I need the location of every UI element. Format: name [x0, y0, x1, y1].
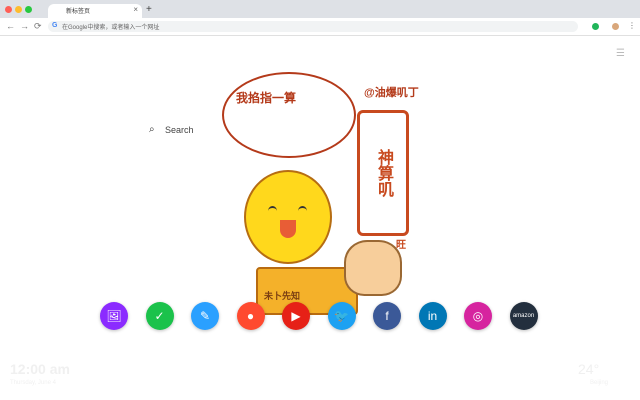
podium-text: 未卜先知: [264, 291, 301, 301]
close-window-control[interactable]: [5, 6, 12, 13]
yellow-chick-illustration: [244, 170, 332, 264]
quick-link-facebook[interactable]: f: [373, 302, 401, 330]
clock-date: Thursday, June 4: [10, 380, 56, 386]
quick-link-paint[interactable]: ●: [236, 302, 265, 330]
google-icon: G: [52, 22, 58, 29]
fortune-sign: 神算叽: [357, 110, 409, 236]
new-tab-button[interactable]: +: [146, 4, 152, 15]
clock-time: 12:00 am: [10, 361, 70, 377]
quick-link-twitter[interactable]: 🐦: [327, 302, 356, 330]
reload-icon[interactable]: ⟳: [34, 21, 42, 32]
weather-location: Beijing: [590, 380, 609, 386]
artist-watermark: @油爆叽丁: [364, 87, 419, 99]
close-tab-icon[interactable]: ×: [133, 5, 138, 14]
quick-link-amazon[interactable]: amazon: [509, 302, 538, 330]
search-input[interactable]: ⌕ Search: [146, 123, 326, 139]
dog-tag-text: 旺: [396, 240, 406, 251]
forward-icon[interactable]: →: [20, 21, 29, 31]
browser-tab-strip: 新标签页 × +: [0, 0, 640, 18]
speech-text: 我掐指一算: [236, 91, 297, 105]
address-placeholder: 在Google中搜索，或者输入一个网址: [62, 25, 160, 31]
quick-link-instagram[interactable]: ◎: [464, 302, 492, 330]
quick-link-notes[interactable]: ✎: [191, 302, 219, 330]
minimize-window-control[interactable]: [15, 6, 22, 13]
chick-left-eye: [268, 206, 277, 216]
speech-bubble: 我掐指一算: [222, 72, 356, 158]
weather-temperature: 24°: [578, 361, 600, 377]
extension-icon[interactable]: [592, 23, 599, 30]
quick-link-tasks[interactable]: ✓: [145, 302, 174, 330]
chick-mouth: [280, 220, 296, 238]
profile-avatar[interactable]: [612, 23, 619, 30]
address-bar[interactable]: G 在Google中搜索，或者输入一个网址: [48, 21, 578, 32]
page-menu-icon[interactable]: ☰: [616, 48, 625, 59]
quick-link-image[interactable]: 🖼: [100, 302, 128, 330]
browser-toolbar: ← → ⟳ G 在Google中搜索，或者输入一个网址 ⋮: [0, 18, 640, 36]
tab-title: 新标签页: [66, 9, 91, 15]
back-icon[interactable]: ←: [6, 21, 15, 31]
quick-link-linkedin[interactable]: in: [418, 302, 447, 330]
chick-right-eye: [298, 206, 307, 216]
quick-links-bar: 🖼 ✓ ✎ ● ▶ 🐦 f in ◎ amazon: [0, 302, 640, 330]
browser-menu-icon[interactable]: ⋮: [628, 21, 636, 30]
quick-link-youtube[interactable]: ▶: [282, 302, 310, 330]
shiba-dog-illustration: [344, 240, 402, 296]
sign-text: 神算叽: [375, 149, 392, 197]
active-tab[interactable]: 新标签页 ×: [48, 4, 142, 18]
search-icon: ⌕: [149, 124, 155, 135]
zoom-window-control[interactable]: [25, 6, 32, 13]
search-placeholder: Search: [165, 125, 194, 135]
